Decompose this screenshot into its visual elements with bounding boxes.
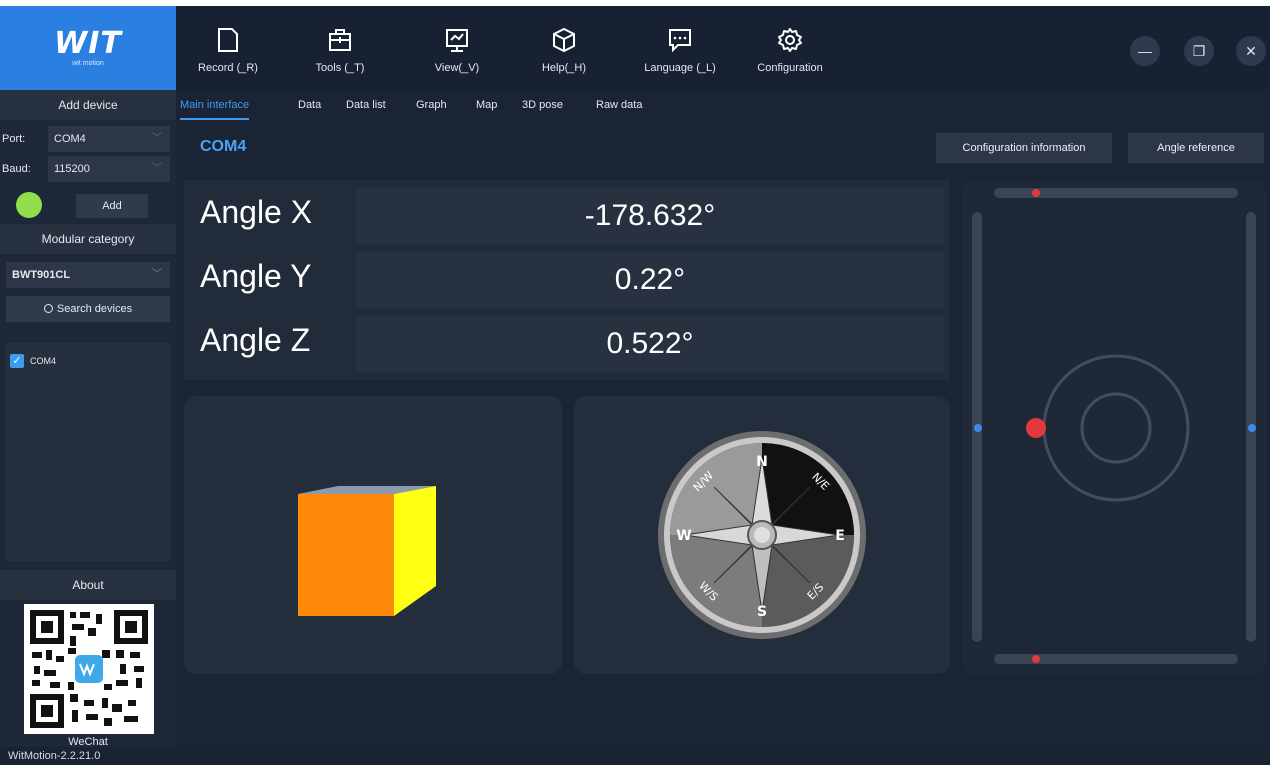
angle-x-label: Angle X	[200, 194, 313, 230]
bottom-level-track	[994, 654, 1238, 664]
top-toolbar: WIT wit motion Record (_R) Tools (_T) Vi…	[0, 6, 1270, 90]
compass-west-label: W	[676, 528, 691, 544]
search-devices-button[interactable]: Search devices	[6, 296, 170, 322]
angle-z-value: 0.522°	[356, 316, 944, 372]
logo: WIT wit motion	[0, 6, 176, 90]
tab-3d-pose[interactable]: 3D pose	[522, 90, 563, 120]
pose-cube	[298, 486, 436, 616]
baud-value: 115200	[54, 163, 90, 175]
bubble-indicator	[1026, 418, 1046, 438]
logo-subtitle: wit motion	[72, 59, 104, 67]
category-value: BWT901CL	[12, 269, 71, 281]
version-status-bar: WitMotion-2.2.21.0	[0, 747, 1270, 765]
device-list: ✓ COM4	[6, 343, 170, 561]
close-button[interactable]: ✕	[1236, 36, 1266, 66]
baud-select[interactable]: 115200 ﹀	[48, 156, 170, 182]
add-button[interactable]: Add	[76, 194, 148, 218]
category-select[interactable]: BWT901CL ﹀	[6, 262, 170, 288]
about-header: About	[0, 570, 176, 600]
checkbox-checked-icon[interactable]: ✓	[10, 354, 24, 368]
view-menu[interactable]: View(_V)	[425, 6, 489, 90]
level-outer-ring	[1042, 354, 1190, 502]
angle-readout-panel: Angle X -178.632° Angle Y 0.22° Angle Z …	[184, 180, 950, 380]
compass-dial: N S E W N/W N/E W/S E/S	[658, 431, 866, 639]
search-devices-label: Search devices	[56, 303, 133, 315]
connection-status-indicator	[16, 192, 42, 218]
left-level-indicator	[974, 424, 982, 432]
tab-data-list[interactable]: Data list	[346, 90, 386, 120]
compass-panel: N S E W N/W N/E W/S E/S	[574, 396, 950, 674]
pose-3d-panel	[184, 396, 562, 674]
tab-map[interactable]: Map	[476, 90, 497, 120]
angle-reference-button[interactable]: Angle reference	[1128, 133, 1264, 163]
configuration-information-button[interactable]: Configuration information	[936, 133, 1112, 163]
list-item[interactable]: ✓ COM4	[10, 353, 56, 369]
help-menu[interactable]: Help(_H)	[532, 6, 596, 90]
tab-graph[interactable]: Graph	[416, 90, 447, 120]
wechat-qr-code	[24, 604, 154, 734]
attitude-level-panel	[962, 180, 1266, 674]
compass-south-label: S	[757, 604, 767, 620]
sidebar: Add device Port: COM4 ﹀ Baud: 115200 ﹀ A…	[0, 90, 176, 748]
tools-menu-label: Tools (_T)	[315, 62, 365, 74]
tab-raw-data[interactable]: Raw data	[596, 90, 642, 120]
port-label: Port:	[2, 133, 26, 145]
restore-icon: ❐	[1192, 42, 1206, 59]
tab-data[interactable]: Data	[298, 90, 321, 120]
chevron-down-icon: ﹀	[152, 133, 162, 144]
maximize-button[interactable]: ❐	[1184, 36, 1214, 66]
configuration-menu-label: Configuration	[757, 62, 823, 74]
angle-z-label: Angle Z	[200, 322, 311, 358]
baud-label: Baud:	[2, 163, 31, 175]
device-name: COM4	[30, 356, 57, 366]
compass-north-label: N	[756, 454, 768, 470]
top-level-track	[994, 188, 1238, 198]
chevron-down-icon: ﹀	[152, 269, 162, 280]
app-window: WIT wit motion Record (_R) Tools (_T) Vi…	[0, 6, 1270, 765]
minimize-icon: —	[1138, 43, 1152, 59]
modular-category-header: Modular category	[0, 224, 176, 254]
configuration-menu[interactable]: Configuration	[746, 6, 834, 90]
language-menu-label: Language (_L)	[644, 62, 716, 74]
logo-mark: WIT	[54, 25, 122, 61]
close-icon: ✕	[1245, 42, 1257, 59]
angle-y-value: 0.22°	[356, 252, 944, 308]
main-panel: COM4 Configuration information Angle ref…	[176, 120, 1270, 747]
search-icon	[43, 304, 53, 313]
top-level-indicator	[1032, 189, 1040, 197]
record-menu[interactable]: Record (_R)	[196, 6, 260, 90]
page-title: COM4	[200, 138, 247, 155]
help-menu-label: Help(_H)	[541, 62, 586, 74]
add-device-header: Add device	[0, 90, 176, 120]
angle-y-label: Angle Y	[200, 258, 312, 294]
chevron-down-icon: ﹀	[152, 163, 162, 174]
help-icon	[553, 27, 575, 53]
port-value: COM4	[54, 133, 86, 145]
tab-main-interface[interactable]: Main interface	[180, 90, 250, 120]
view-icon	[446, 29, 468, 52]
language-icon	[669, 29, 691, 53]
tools-menu[interactable]: Tools (_T)	[308, 6, 372, 90]
angle-x-value: -178.632°	[356, 188, 944, 244]
right-level-indicator	[1248, 424, 1256, 432]
record-menu-label: Record (_R)	[198, 62, 258, 74]
port-select[interactable]: COM4 ﹀	[48, 126, 170, 152]
language-menu[interactable]: Language (_L)	[640, 6, 720, 90]
bottom-level-indicator	[1032, 655, 1040, 663]
view-menu-label: View(_V)	[434, 62, 480, 74]
tools-icon	[329, 29, 351, 51]
minimize-button[interactable]: —	[1130, 36, 1160, 66]
level-inner-ring	[1080, 392, 1152, 464]
record-icon	[218, 28, 238, 52]
tab-bar: Main interface Data Data list Graph Map …	[176, 90, 1270, 120]
gear-icon	[778, 28, 802, 52]
compass-east-label: E	[835, 528, 845, 544]
